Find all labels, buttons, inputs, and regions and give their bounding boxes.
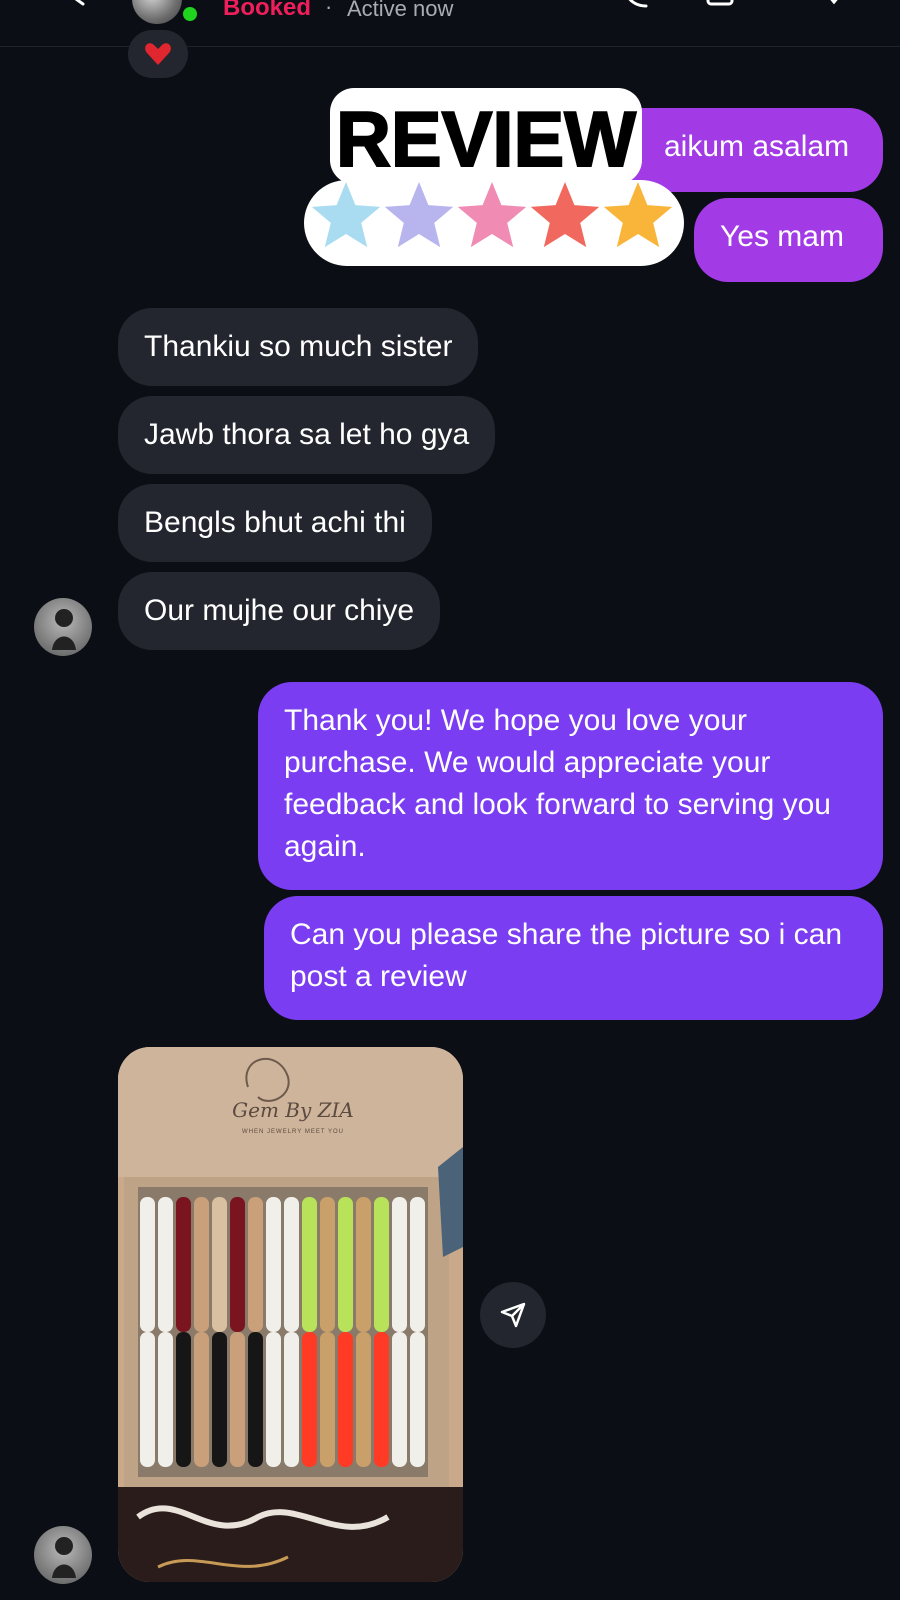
sender-avatar[interactable] — [34, 598, 92, 656]
sender-avatar[interactable] — [34, 1526, 92, 1584]
bangle — [248, 1197, 263, 1332]
heart-reaction[interactable] — [128, 30, 188, 78]
bangle — [302, 1332, 317, 1467]
review-sticker: REVIEW — [304, 88, 684, 266]
sent-message[interactable]: Thank you! We hope you love your purchas… — [258, 682, 883, 890]
bangle — [338, 1332, 353, 1467]
bangle — [320, 1197, 335, 1332]
bangle — [374, 1332, 389, 1467]
bangle — [392, 1332, 407, 1467]
received-message[interactable]: Jawb thora sa let ho gya — [118, 396, 496, 474]
bangle — [284, 1332, 299, 1467]
bangle — [320, 1332, 335, 1467]
sticker-text: REVIEW — [336, 95, 636, 183]
box-tagline: WHEN JEWELRY MEET YOU — [242, 1129, 344, 1135]
bangle — [410, 1197, 425, 1332]
bangle — [302, 1197, 317, 1332]
photo-message[interactable]: Gem By ZIA WHEN JEWELRY MEET YOU — [118, 1047, 463, 1582]
bangle — [266, 1197, 281, 1332]
bangle — [266, 1332, 281, 1467]
bangles-box-photo: Gem By ZIA WHEN JEWELRY MEET YOU — [118, 1047, 463, 1582]
message-text: Can you please share the picture so i ca… — [290, 918, 842, 993]
flag-icon[interactable] — [820, 0, 848, 8]
message-text: Our mujhe our chiye — [144, 594, 415, 627]
message-text: Bengls bhut achi thi — [144, 506, 406, 539]
person-silhouette-icon — [52, 609, 76, 650]
contact-avatar[interactable] — [132, 0, 182, 24]
bangle — [194, 1332, 209, 1467]
bangle — [248, 1332, 263, 1467]
received-message[interactable]: Our mujhe our chiye — [118, 572, 441, 650]
header-separator: · — [325, 0, 333, 19]
video-call-icon[interactable] — [706, 0, 734, 8]
person-silhouette-icon — [52, 1537, 76, 1578]
message-text: Jawb thora sa let ho gya — [144, 418, 470, 451]
active-status: Active now — [347, 0, 454, 21]
message-text: Thankiu so much sister — [144, 330, 453, 363]
bangle — [176, 1197, 191, 1332]
contact-name[interactable]: Booked — [223, 0, 311, 22]
bangle — [212, 1197, 227, 1332]
bangle — [374, 1197, 389, 1332]
bangle — [392, 1197, 407, 1332]
received-message[interactable]: Bengls bhut achi thi — [118, 484, 432, 562]
back-arrow-icon[interactable] — [72, 0, 86, 6]
share-button[interactable] — [480, 1282, 546, 1348]
bangle — [212, 1332, 227, 1467]
bangle — [230, 1197, 245, 1332]
bangle — [338, 1197, 353, 1332]
bangle — [158, 1197, 173, 1332]
sent-message[interactable]: Can you please share the picture so i ca… — [264, 896, 883, 1020]
bangle — [356, 1197, 371, 1332]
bangle — [140, 1332, 155, 1467]
message-text: Yes mam — [720, 220, 844, 253]
bangle — [158, 1332, 173, 1467]
bangle — [284, 1197, 299, 1332]
bangle — [230, 1332, 245, 1467]
box-logo-text: Gem By ZIA — [232, 1098, 354, 1122]
received-message[interactable]: Thankiu so much sister — [118, 308, 479, 386]
audio-call-icon[interactable] — [622, 0, 650, 8]
message-text: aikum asalam — [664, 130, 850, 163]
online-status-dot — [180, 4, 200, 24]
bangle — [356, 1332, 371, 1467]
message-text: Thank you! We hope you love your purchas… — [284, 704, 831, 863]
bangle — [176, 1332, 191, 1467]
bangle — [140, 1197, 155, 1332]
heart-icon — [145, 43, 171, 65]
send-icon — [500, 1302, 526, 1328]
bangle — [410, 1332, 425, 1467]
bangle — [194, 1197, 209, 1332]
sent-message[interactable]: Yes mam — [694, 198, 883, 282]
